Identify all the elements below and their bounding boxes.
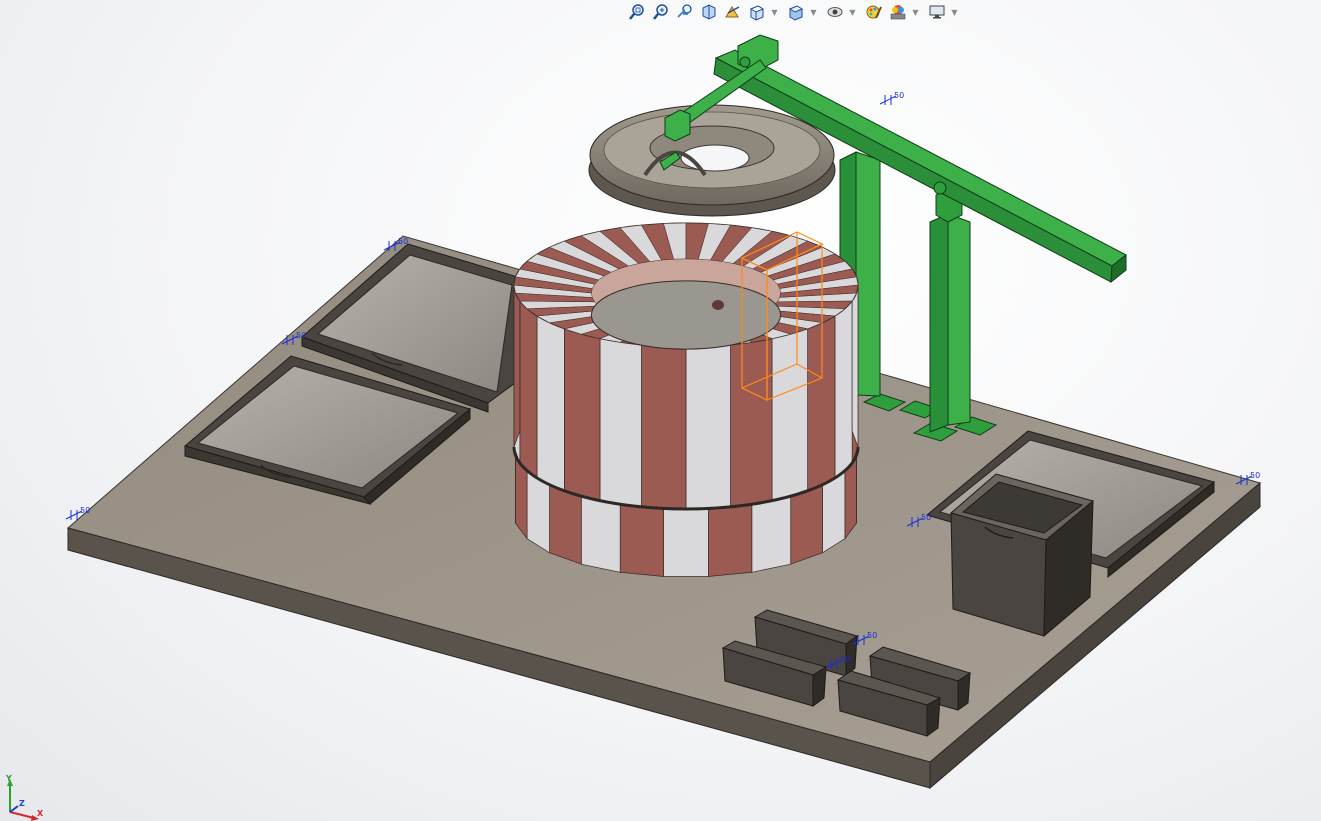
view-settings-icon[interactable] <box>926 1 948 23</box>
dimension-value: 50 <box>1250 471 1260 480</box>
dimension-value: 50 <box>80 506 90 515</box>
frame-column-right[interactable] <box>929 186 971 433</box>
zoom-fit-icon[interactable] <box>626 1 648 23</box>
brick-face <box>790 484 823 565</box>
tire-ring[interactable] <box>588 104 836 217</box>
brick-face <box>807 315 836 492</box>
model-scene[interactable]: 50 50 50 50 50 50 50 50 <box>0 0 1321 821</box>
brick-face <box>564 328 601 502</box>
storage-box[interactable] <box>949 473 1095 638</box>
dimension-value: 50 <box>867 631 877 640</box>
chevron-down-icon[interactable]: ▼ <box>950 1 959 23</box>
heads-up-view-toolbar: ▼ ▼ ▼ ▼ ▼ <box>626 0 963 24</box>
brick-face <box>599 338 642 508</box>
brick-face <box>580 495 621 573</box>
brick-face <box>663 508 709 577</box>
dynamic-annotation-icon[interactable] <box>722 1 744 23</box>
dimension-value: 50 <box>921 513 931 522</box>
view-orientation-icon[interactable] <box>746 1 768 23</box>
brick-face <box>619 503 664 577</box>
graphics-viewport[interactable]: 50 50 50 50 50 50 50 50 ▼ ▼ ▼ ▼ ▼ Y X Z <box>0 0 1321 821</box>
brick-face <box>685 344 731 510</box>
chevron-down-icon[interactable]: ▼ <box>809 1 818 23</box>
triad-z-label: Z <box>19 799 25 808</box>
previous-view-icon[interactable] <box>674 1 696 23</box>
display-style-icon[interactable] <box>785 1 807 23</box>
triad-y-label: Y <box>6 774 12 783</box>
brick-face <box>549 484 582 565</box>
dimension-value: 50 <box>840 655 850 664</box>
chevron-down-icon[interactable]: ▼ <box>848 1 857 23</box>
edit-appearance-icon[interactable] <box>863 1 885 23</box>
section-view-icon[interactable] <box>698 1 720 23</box>
brick-face <box>730 338 773 508</box>
hide-show-icon[interactable] <box>824 1 846 23</box>
chevron-down-icon[interactable]: ▼ <box>911 1 920 23</box>
brick-face <box>641 344 687 510</box>
dimension-value: 50 <box>398 237 408 246</box>
brick-face <box>751 495 792 573</box>
brick-face <box>536 315 565 492</box>
apply-scene-icon[interactable] <box>887 1 909 23</box>
reference-triad: Y X Z <box>0 772 46 821</box>
brick-drum[interactable] <box>512 222 860 577</box>
chevron-down-icon[interactable]: ▼ <box>770 1 779 23</box>
triad-x-label: X <box>37 809 44 818</box>
zoom-area-icon[interactable] <box>650 1 672 23</box>
dimension-value: 50 <box>894 91 904 100</box>
brick-face <box>708 503 753 577</box>
brick-face <box>519 300 538 479</box>
brick-face <box>834 300 853 479</box>
drum-inner <box>590 280 782 350</box>
vent-hole <box>712 300 724 310</box>
dimension-value: 50 <box>296 331 306 340</box>
brick-face <box>771 328 808 502</box>
